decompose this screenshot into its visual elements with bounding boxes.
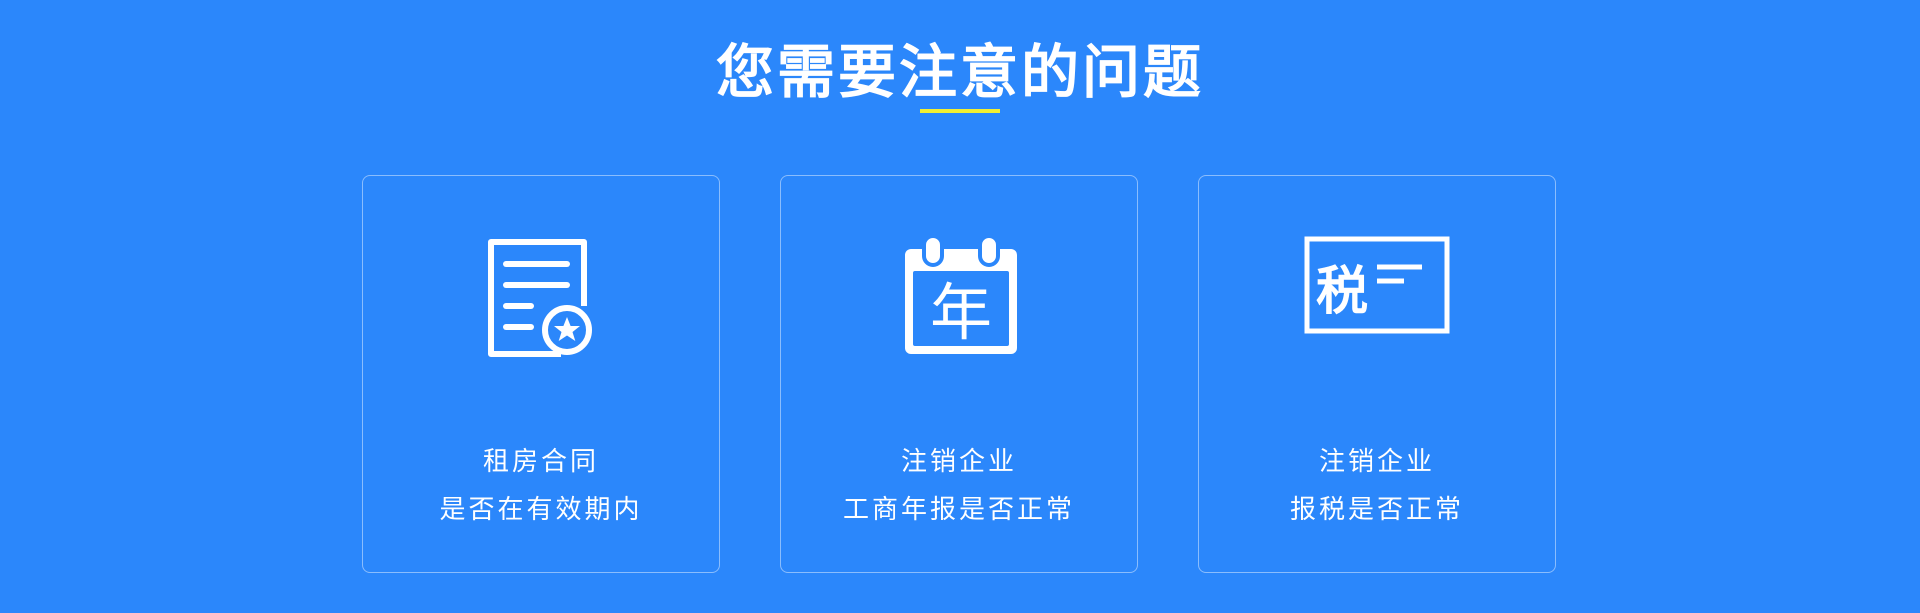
card-lease-contract: 租房合同 是否在有效期内 [362, 175, 720, 573]
tax-card-icon: 税 [1199, 234, 1555, 364]
cards-container: 租房合同 是否在有效期内 年 注销企业 工商年报是否正常 税 注销企业 报税是否… [362, 175, 1558, 575]
card-line-1: 注销企业 [900, 447, 1017, 477]
card-text: 注销企业 工商年报是否正常 [781, 438, 1137, 534]
card-line-2: 报税是否正常 [1289, 495, 1464, 525]
tax-card-text: 税 [1316, 262, 1368, 322]
page-title: 您需要注意的问题 [715, 38, 1204, 106]
card-line-1: 注销企业 [1318, 447, 1435, 477]
calendar-year-icon: 年 [781, 234, 1137, 364]
title-underline [920, 109, 1000, 113]
card-annual-report: 年 注销企业 工商年报是否正常 [780, 175, 1138, 573]
card-line-2: 工商年报是否正常 [842, 495, 1075, 525]
card-line-1: 租房合同 [482, 447, 599, 477]
card-text: 注销企业 报税是否正常 [1199, 438, 1555, 534]
contract-certificate-icon [363, 234, 719, 364]
card-text: 租房合同 是否在有效期内 [363, 438, 719, 534]
card-line-2: 是否在有效期内 [439, 495, 643, 525]
card-tax-filing: 税 注销企业 报税是否正常 [1198, 175, 1556, 573]
calendar-year-text: 年 [930, 276, 992, 349]
